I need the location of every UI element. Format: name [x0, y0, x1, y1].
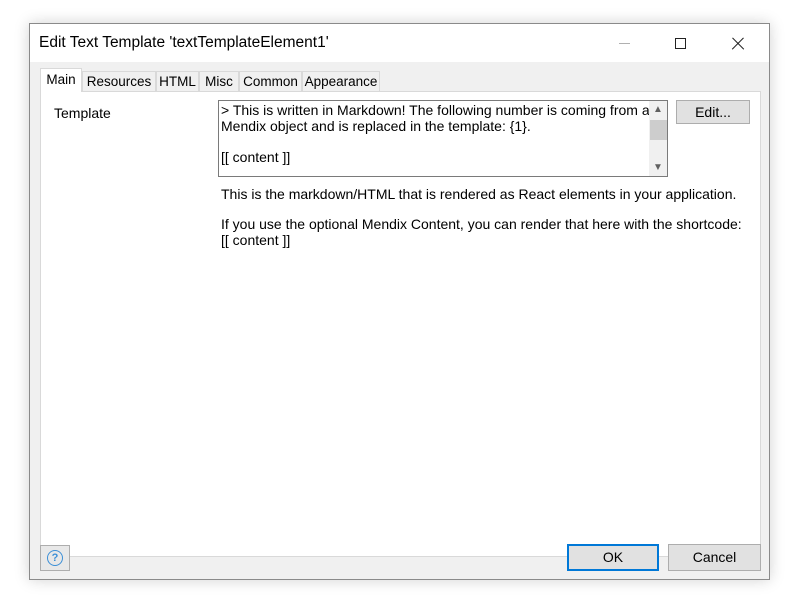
scroll-up-arrow-icon[interactable]: ▲: [649, 101, 667, 118]
help-icon: ?: [47, 550, 63, 566]
template-description: This is the markdown/HTML that is render…: [221, 186, 737, 202]
maximize-button[interactable]: [657, 24, 703, 62]
tab-common[interactable]: Common: [239, 71, 302, 91]
close-icon: [731, 36, 745, 50]
tab-main[interactable]: Main: [40, 68, 82, 92]
template-label: Template: [54, 105, 111, 121]
minimize-icon: [618, 42, 630, 44]
ok-button[interactable]: OK: [567, 544, 659, 571]
template-line: [221, 134, 647, 150]
title-bar: Edit Text Template 'textTemplateElement1…: [30, 24, 769, 62]
scroll-down-arrow-icon[interactable]: ▼: [649, 159, 667, 176]
template-line: > This is written in Markdown! The follo…: [221, 102, 650, 118]
template-line: [[ content ]]: [221, 148, 291, 165]
content-description-line: If you use the optional Mendix Content, …: [221, 216, 742, 232]
template-line: Mendix object and is replaced in the tem…: [221, 117, 531, 134]
help-button[interactable]: ?: [40, 545, 70, 571]
edit-button[interactable]: Edit...: [676, 100, 750, 124]
content-description: If you use the optional Mendix Content, …: [221, 216, 742, 248]
edit-text-template-dialog: Edit Text Template 'textTemplateElement1…: [29, 23, 770, 580]
tab-appearance[interactable]: Appearance: [302, 71, 380, 91]
maximize-icon: [674, 37, 686, 49]
template-text: > This is written in Markdown! The follo…: [221, 102, 650, 165]
cancel-button[interactable]: Cancel: [668, 544, 761, 571]
window-title: Edit Text Template 'textTemplateElement1…: [39, 34, 329, 51]
tab-resources[interactable]: Resources: [82, 71, 156, 91]
scroll-thumb[interactable]: [650, 120, 667, 140]
content-shortcode: [[ content ]]: [221, 232, 291, 248]
tab-misc[interactable]: Misc: [199, 71, 239, 91]
template-scrollbar[interactable]: ▲ ▼: [649, 101, 667, 176]
main-tab-panel: Template > This is written in Markdown! …: [40, 91, 761, 557]
tab-html[interactable]: HTML: [156, 71, 199, 91]
minimize-button[interactable]: [601, 24, 647, 62]
template-textarea[interactable]: > This is written in Markdown! The follo…: [218, 100, 668, 177]
close-button[interactable]: [715, 24, 761, 62]
